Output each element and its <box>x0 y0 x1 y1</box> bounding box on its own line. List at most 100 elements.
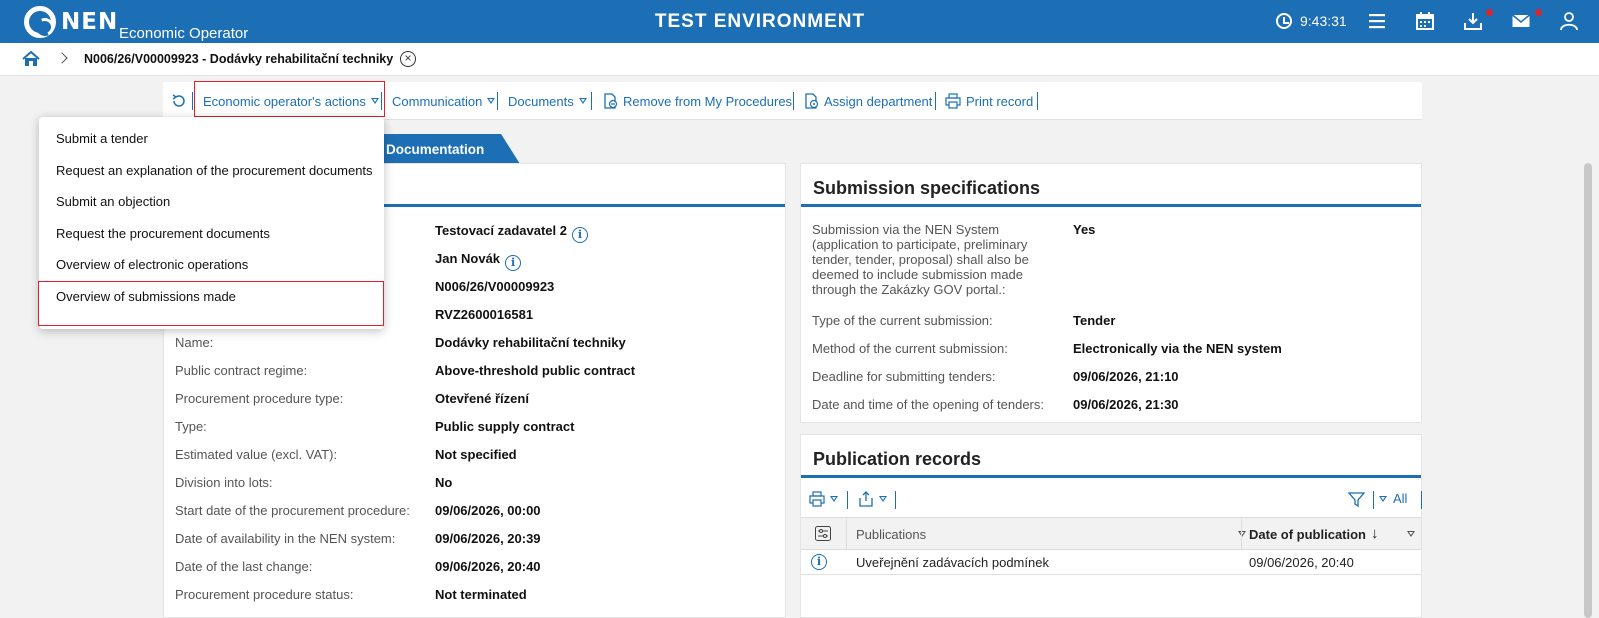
print-record-button[interactable]: Print record <box>945 82 1033 120</box>
mail-icon[interactable] <box>1511 11 1531 31</box>
detail-label: Type: <box>175 419 207 434</box>
dropdown-arrow-icon <box>1379 495 1387 502</box>
top-header: NEN Economic Operator TEST ENVIRONMENT 9… <box>0 0 1599 43</box>
detail-label: Date of the last change: <box>175 559 313 574</box>
sort-descending-icon[interactable]: ↓ <box>1371 525 1379 542</box>
clock-icon <box>1276 13 1292 29</box>
menu-item-submit-objection[interactable]: Submit an objection <box>56 194 170 209</box>
toolbar-separator <box>935 92 936 110</box>
refresh-icon[interactable] <box>171 93 187 109</box>
remove-from-my-procedures-button[interactable]: Remove from My Procedures <box>602 82 792 120</box>
submission-specifications-panel: Submission specifications Submission via… <box>800 163 1422 423</box>
detail-label: Method of the current submission: <box>812 341 1008 356</box>
detail-value: 09/06/2026, 20:39 <box>435 531 541 546</box>
contracting-authority-row: Testovací zadavatel 2 i <box>435 223 588 243</box>
toolbar-separator <box>192 92 193 110</box>
user-icon[interactable] <box>1559 11 1579 31</box>
toolbar-separator <box>895 491 896 509</box>
contact-person-value: Jan Novák <box>435 251 501 266</box>
detail-value: Otevřené řízení <box>435 391 529 406</box>
export-icon <box>859 491 873 507</box>
toolbar-separator <box>591 92 592 110</box>
documents-label: Documents <box>508 93 574 109</box>
detail-value: Not specified <box>435 447 517 462</box>
column-divider <box>846 518 847 549</box>
assign-department-button[interactable]: Assign department <box>803 82 932 120</box>
detail-value: Electronically via the NEN system <box>1073 341 1282 356</box>
document-settings-icon <box>805 93 819 109</box>
detail-label: Name: <box>175 335 214 350</box>
filter-icon[interactable] <box>1348 491 1365 508</box>
toolbar-separator <box>847 491 848 509</box>
menu-item-request-documents[interactable]: Request the procurement documents <box>56 226 270 241</box>
tab-documentation[interactable]: Documentation <box>362 134 520 164</box>
session-clock: 9:43:31 <box>1276 13 1347 29</box>
calendar-icon[interactable] <box>1415 11 1435 31</box>
toolbar-separator <box>1373 491 1374 509</box>
submission-specifications-title: Submission specifications <box>801 164 1421 207</box>
documents-menu[interactable]: Documents <box>508 82 587 120</box>
export-menu-button[interactable] <box>858 491 887 507</box>
filter-all-label: All <box>1393 491 1408 506</box>
detail-value: Above-threshold public contract <box>435 363 636 378</box>
column-divider <box>1241 518 1242 549</box>
contracting-authority-value: Testovací zadavatel 2 <box>435 223 567 238</box>
detail-value: 09/06/2026, 21:30 <box>1073 397 1179 412</box>
chevron-right-icon <box>56 52 68 64</box>
publication-toolbar: All <box>801 485 1422 515</box>
print-menu-button[interactable] <box>809 491 838 507</box>
toolbar-separator <box>1421 491 1422 509</box>
detail-label: Deadline for submitting tenders: <box>812 369 996 384</box>
print-icon <box>809 491 825 507</box>
info-icon[interactable]: i <box>572 227 588 243</box>
detail-value: 09/06/2026, 21:10 <box>1073 369 1179 384</box>
detail-label: Estimated value (excl. VAT): <box>175 447 338 462</box>
detail-value: 09/06/2026, 00:00 <box>435 503 541 518</box>
detail-label: Type of the current submission: <box>812 313 993 328</box>
communication-menu[interactable]: Communication <box>392 82 496 120</box>
system-number-value: N006/26/V00009923 <box>435 279 555 294</box>
detail-value: Yes <box>1073 222 1096 237</box>
detail-label: Date of availability in the NEN system: <box>175 531 396 546</box>
detail-value: Not terminated <box>435 587 527 602</box>
detail-label: Division into lots: <box>175 475 273 490</box>
menu-item-electronic-operations[interactable]: Overview of electronic operations <box>56 257 248 272</box>
highlight-overview-submissions <box>38 281 384 326</box>
detail-value: No <box>435 475 453 490</box>
dropdown-arrow-icon <box>487 98 496 104</box>
publication-records-title: Publication records <box>801 435 1421 478</box>
breadcrumb-current: N006/26/V00009923 - Dodávky rehabilitačn… <box>84 52 394 66</box>
column-menu-icon[interactable] <box>1238 531 1246 537</box>
home-icon[interactable] <box>22 51 40 67</box>
toolbar-separator <box>1037 92 1038 110</box>
publication-date: 09/06/2026, 20:40 <box>1249 555 1354 570</box>
menu-item-request-explanation[interactable]: Request an explanation of the procuremen… <box>56 163 373 178</box>
info-icon[interactable]: i <box>811 554 827 570</box>
column-settings-icon[interactable] <box>815 526 831 541</box>
clock-time: 9:43:31 <box>1300 13 1347 29</box>
communication-label: Communication <box>392 93 483 109</box>
column-header-publications[interactable]: Publications <box>856 527 926 542</box>
dropdown-arrow-icon <box>830 496 838 502</box>
close-tab-icon[interactable]: × <box>400 51 416 67</box>
dropdown-arrow-icon <box>578 98 587 104</box>
detail-label: Submission via the NEN System (applicati… <box>812 222 1029 297</box>
table-row[interactable]: i Uveřejnění zadávacích podmínek 09/06/2… <box>801 550 1421 575</box>
info-icon[interactable]: i <box>505 255 522 271</box>
download-icon[interactable] <box>1463 11 1483 31</box>
column-header-date[interactable]: Date of publication <box>1249 527 1366 542</box>
detail-label: Date and time of the opening of tenders: <box>812 397 1044 412</box>
menu-icon[interactable] <box>1367 11 1387 31</box>
page-scrollbar[interactable] <box>1584 163 1592 618</box>
menu-item-submit-tender[interactable]: Submit a tender <box>56 131 148 146</box>
contact-person-row: Jan Novák i <box>435 251 522 271</box>
registry-number-value: RVZ2600016581 <box>435 307 534 322</box>
table-header: Publications Date of publication ↓ <box>801 517 1421 550</box>
filter-all-dropdown[interactable]: All <box>1379 491 1407 506</box>
detail-value: Dodávky rehabilitační techniky <box>435 335 626 350</box>
toolbar-separator <box>793 92 794 110</box>
column-menu-icon[interactable] <box>1407 531 1415 537</box>
remove-from-my-procedures-label: Remove from My Procedures <box>623 93 793 109</box>
detail-label: Start date of the procurement procedure: <box>175 503 410 518</box>
detail-value: Tender <box>1073 313 1116 328</box>
